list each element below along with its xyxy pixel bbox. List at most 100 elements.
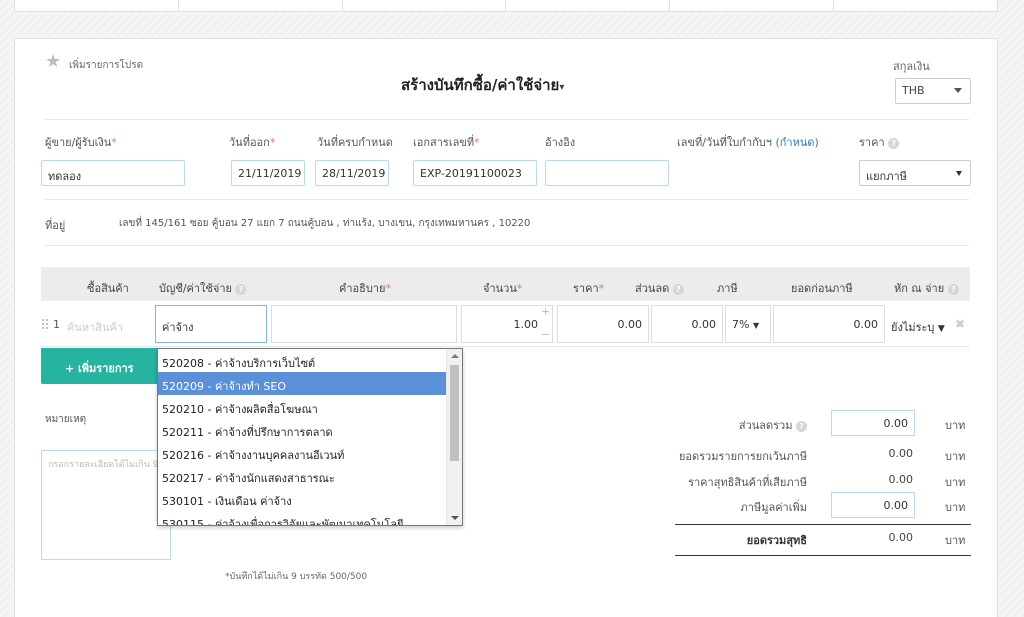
tab-cell[interactable] — [343, 0, 507, 11]
scrollbar[interactable] — [446, 349, 462, 525]
total-discount-label: ส่วนลดรวม ? — [739, 416, 807, 434]
divider — [675, 524, 971, 525]
drag-handle-icon[interactable] — [41, 318, 49, 330]
discount-input[interactable]: 0.00 — [651, 305, 723, 343]
price-input[interactable]: 0.00 — [557, 305, 649, 343]
description-input[interactable] — [271, 305, 457, 343]
currency-unit: บาท — [945, 534, 966, 547]
header-discount-text: ส่วนลด — [635, 282, 670, 295]
expense-form-card: ★ เพิ่มรายการโปรด สร้างบันทึกซื้อ/ค่าใช้… — [14, 38, 998, 617]
tab-cell[interactable] — [506, 0, 671, 11]
divider — [45, 199, 969, 200]
table-row: 1 ค้นหาสินค้า ค่าจ้าง 1.00 + − 0.00 0.00… — [41, 301, 970, 347]
help-icon[interactable]: ? — [796, 420, 807, 432]
page-title[interactable]: สร้างบันทึกซื้อ/ค่าใช้จ่าย▾ — [401, 73, 564, 97]
star-icon[interactable]: ★ — [45, 53, 61, 71]
header-discount: ส่วนลด ? — [635, 279, 684, 297]
doc-no-input[interactable]: EXP-20191100023 — [413, 160, 537, 186]
notes-textarea[interactable]: กรอกรายละเอียดได้ไม่เกิน 9 บรรทัด — [41, 450, 171, 560]
pretax-input[interactable]: 0.00 — [773, 305, 885, 343]
add-item-button[interactable]: + เพิ่มรายการ — [41, 348, 167, 384]
currency-select[interactable]: THB — [895, 78, 971, 104]
required-mark: * — [474, 136, 480, 149]
dropdown-option[interactable]: 530101 - เงินเดือน ค่าจ้าง — [158, 487, 462, 510]
header-tax: ภาษี — [717, 282, 738, 295]
scroll-down-icon[interactable] — [451, 516, 459, 520]
caret-down-icon: ▼ — [752, 321, 760, 330]
plus-icon[interactable]: + — [541, 305, 550, 318]
help-icon[interactable]: ? — [888, 137, 900, 149]
grand-total-value: 0.00 — [888, 531, 914, 544]
header-price-text: ราคา — [573, 282, 599, 295]
top-tab-strip — [14, 0, 998, 12]
quantity-stepper[interactable]: 1.00 — [461, 305, 553, 343]
due-date-input[interactable]: 28/11/2019 — [315, 160, 389, 186]
tax-invoice-define-link[interactable]: (กำหนด) — [775, 136, 818, 149]
favorite-label[interactable]: เพิ่มรายการโปรด — [69, 58, 143, 73]
required-mark: * — [598, 282, 605, 295]
required-mark: * — [385, 282, 391, 295]
tab-cell[interactable] — [15, 0, 179, 11]
taxable-value: 0.00 — [888, 473, 914, 486]
vendor-label: ผู้ขาย/ผู้รับเงิน* — [45, 133, 117, 151]
vat-input[interactable]: 0.00 — [831, 492, 915, 518]
dropdown-option[interactable]: 530115 - ค่าจ้างเพื่อการวิจัยและพัฒนาเทค… — [158, 510, 462, 525]
dropdown-option[interactable]: 520210 - ค่าจ้างผลิตสื่อโฆษณา — [158, 395, 462, 418]
dropdown-option[interactable]: 520216 - ค่าจ้างงานบุคคลงานอีเวนท์ — [158, 441, 462, 464]
non-taxable-value: 0.00 — [888, 447, 914, 460]
reference-label: อ้างอิง — [545, 136, 576, 149]
row-index: 1 — [53, 318, 60, 331]
required-mark: * — [269, 136, 276, 149]
dropdown-option[interactable]: 520211 - ค่าจ้างที่ปรึกษาการตลาด — [158, 418, 462, 441]
price-type-select[interactable]: แยกภาษี — [859, 160, 971, 186]
notes-label: หมายเหตุ — [45, 414, 87, 425]
currency-value: THB — [902, 84, 925, 97]
reference-input[interactable] — [545, 160, 669, 186]
required-mark: * — [111, 136, 117, 149]
dropdown-option[interactable]: 520209 - ค่าจ้างทำ SEO — [158, 372, 462, 395]
account-input[interactable]: ค่าจ้าง — [155, 305, 267, 343]
header-pretax: ยอดก่อนภาษี — [791, 282, 853, 295]
tax-value: 7% — [732, 318, 750, 331]
total-discount-input[interactable]: 0.00 — [831, 410, 915, 436]
scroll-up-icon[interactable] — [451, 354, 459, 358]
product-search-input[interactable]: ค้นหาสินค้า — [67, 318, 123, 336]
caret-down-icon: ▼ — [937, 324, 945, 334]
help-icon[interactable]: ? — [235, 283, 247, 295]
taxable-label: ราคาสุทธิสินค้าที่เสียภาษี — [688, 476, 807, 489]
remove-row-icon[interactable]: ✖ — [955, 317, 965, 331]
header-description: คำอธิบาย* — [339, 279, 391, 297]
quantity-value: 1.00 — [513, 318, 539, 331]
divider — [675, 555, 971, 556]
help-icon[interactable]: ? — [672, 283, 684, 295]
grand-total-label: ยอดรวมสุทธิ — [746, 534, 807, 547]
price-label: ราคา ? — [859, 133, 900, 151]
header-price: ราคา* — [573, 279, 604, 297]
account-dropdown-list[interactable]: 520208 - ค่าจ้างบริการเว็บไซต์ 520209 - ค… — [157, 348, 463, 526]
vendor-input[interactable]: ทดลอง — [41, 160, 185, 186]
non-taxable-label: ยอดรวมรายการยกเว้นภาษี — [678, 450, 807, 463]
dropdown-option[interactable]: 520208 - ค่าจ้างบริการเว็บไซต์ — [158, 349, 462, 372]
caret-down-icon: ▾ — [559, 82, 565, 93]
vendor-label-text: ผู้ขาย/ผู้รับเงิน — [45, 136, 112, 149]
due-date-label: วันที่ครบกำหนด — [317, 133, 393, 151]
doc-no-label-text: เอกสารเลขที่ — [413, 136, 475, 149]
page-title-text: สร้างบันทึกซื้อ/ค่าใช้จ่าย — [401, 76, 560, 94]
dropdown-option[interactable]: 520217 - ค่าจ้างนักแสดงสาธารณะ — [158, 464, 462, 487]
divider — [45, 245, 969, 246]
withholding-select[interactable]: ยังไม่ระบุ ▼ — [891, 318, 945, 336]
help-icon[interactable]: ? — [947, 283, 959, 295]
due-date-label-text: วันที่ครบกำหนด — [317, 136, 393, 149]
minus-icon[interactable]: − — [541, 328, 550, 341]
scrollbar-thumb[interactable] — [450, 365, 459, 461]
chevron-down-icon — [956, 171, 962, 176]
price-type-value: แยกภาษี — [866, 170, 907, 183]
divider — [45, 119, 969, 120]
tab-cell[interactable] — [670, 0, 835, 11]
tax-select[interactable]: 7% ▼ — [725, 305, 771, 343]
tab-cell[interactable] — [834, 0, 997, 11]
issue-date-input[interactable]: 21/11/2019 — [231, 160, 305, 186]
header-quantity: จำนวน* — [483, 279, 522, 297]
tab-cell[interactable] — [179, 0, 343, 11]
total-discount-label-text: ส่วนลดรวม — [738, 419, 793, 432]
